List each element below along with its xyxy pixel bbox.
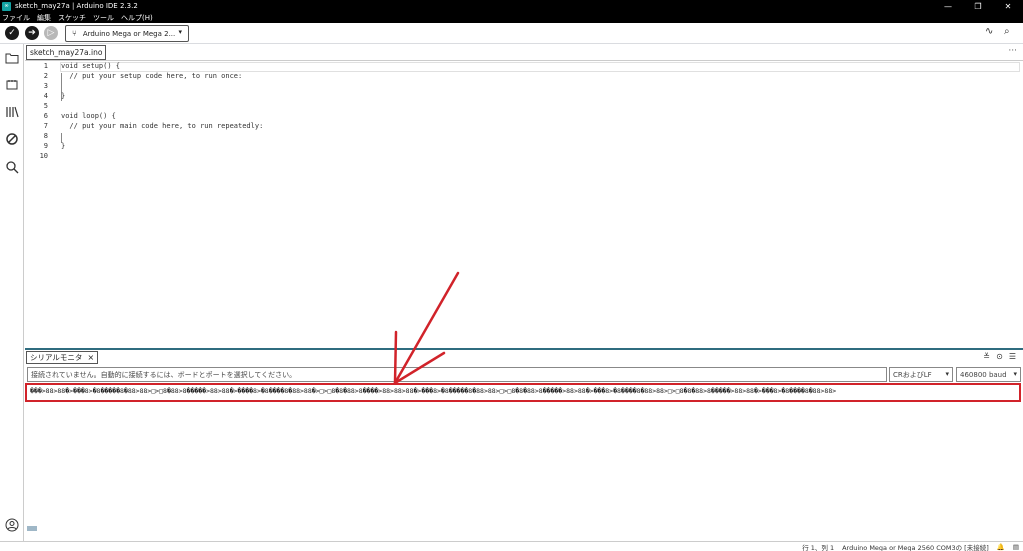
serial-tab-label: シリアルモニタ (30, 353, 83, 362)
line-number: 7 (43, 122, 48, 130)
check-icon: ✓ (8, 28, 16, 38)
code-line: 5 (25, 102, 1015, 112)
status-board: Arduino Mega or Mega 2560 COM3の [未接続] (842, 543, 989, 551)
chevron-down-icon: ▾ (178, 28, 182, 36)
usb-icon: ⑂ (72, 29, 77, 38)
code-line: 2 // put your setup code here, to run on… (25, 72, 1015, 82)
code-line: 9} (25, 142, 1015, 152)
debug-button[interactable]: ▷ (44, 26, 58, 40)
debug-off-icon[interactable] (4, 131, 20, 147)
search-icon[interactable] (4, 159, 20, 175)
line-number: 4 (43, 92, 48, 100)
code-line: 1 void setup() { (25, 62, 1015, 72)
library-icon[interactable] (4, 104, 20, 120)
menu-bar: ファイル 編集 スケッチ ツール ヘルプ(H) (0, 12, 1023, 23)
board-label: Arduino Mega or Mega 2... (82, 29, 176, 38)
line-ending-value: CRおよびLF (893, 370, 932, 379)
cursor-position: 行 1、列 1 (802, 543, 835, 551)
collapse-icon[interactable]: ≚ (980, 352, 993, 361)
clear-output-icon[interactable]: ☰ (1006, 352, 1019, 361)
baud-rate-select[interactable]: 460800 baud ▾ (956, 367, 1021, 382)
line-code: // put your main code here, to run repea… (61, 122, 264, 130)
account-icon[interactable] (4, 517, 20, 533)
serial-plotter-icon[interactable]: ∿ (985, 26, 993, 37)
code-line: 3 (25, 82, 1015, 92)
board-selector[interactable]: ⑂ Arduino Mega or Mega 2... ▾ (65, 25, 189, 42)
line-code: void setup() { (61, 62, 121, 70)
file-tab[interactable]: sketch_may27a.ino (26, 45, 107, 60)
menu-tools[interactable]: ツール (93, 13, 114, 23)
code-line: 10 (25, 152, 1015, 162)
serial-tab-bar: シリアルモニタ × ≚ ⊙ ☰ (25, 350, 1023, 365)
board-icon[interactable] (4, 77, 20, 93)
close-icon[interactable]: × (87, 353, 94, 362)
debug-icon: ▷ (47, 28, 55, 38)
line-code: } (61, 142, 66, 150)
line-number: 1 (43, 62, 48, 70)
line-ending-select[interactable]: CRおよびLF ▾ (889, 367, 953, 382)
menu-edit[interactable]: 編集 (37, 13, 51, 23)
line-number: 5 (43, 102, 48, 110)
serial-monitor-icon[interactable]: ⌕ (1004, 26, 1010, 37)
layout-icon[interactable]: ▤ (1013, 543, 1019, 551)
serial-output: ���>88>88�>���8>�8�����8�88>88>□>□8�88>8… (25, 383, 1021, 402)
arduino-logo-icon: ∞ (2, 1, 11, 11)
status-bar: 行 1、列 1 Arduino Mega or Mega 2560 COM3の … (0, 541, 1023, 551)
baud-rate-value: 460800 baud (960, 370, 1007, 379)
code-line: 8 (25, 132, 1015, 142)
arrow-right-icon: ➔ (28, 28, 36, 38)
line-number: 6 (43, 112, 48, 120)
code-line: 7 // put your main code here, to run rep… (25, 122, 1015, 132)
line-number: 9 (43, 142, 48, 150)
scroll-indicator[interactable] (27, 526, 37, 531)
verify-button[interactable]: ✓ (5, 26, 19, 40)
title-bar: ∞ sketch_may27a | Arduino IDE 2.3.2 — ❐ … (0, 0, 1023, 12)
minimize-button[interactable]: — (933, 0, 963, 12)
line-code: // put your setup code here, to run once… (61, 72, 243, 80)
line-code: void loop() { (61, 112, 116, 120)
code-editor[interactable]: 1 void setup() { 2 // put your setup code… (25, 61, 1023, 348)
code-line: 4} (25, 92, 1015, 102)
sidebar (0, 44, 24, 541)
line-number: 2 (43, 72, 48, 80)
folder-icon[interactable] (4, 50, 20, 66)
window-title: sketch_may27a | Arduino IDE 2.3.2 (15, 2, 138, 10)
notification-bell-icon[interactable]: 🔔 (997, 543, 1005, 551)
close-button[interactable]: ✕ (993, 0, 1023, 12)
editor-tab-bar: sketch_may27a.ino ··· (25, 44, 1023, 61)
timestamp-icon[interactable]: ⊙ (993, 352, 1006, 361)
line-number: 8 (43, 132, 48, 140)
maximize-button[interactable]: ❐ (963, 0, 993, 12)
menu-sketch[interactable]: スケッチ (58, 13, 86, 23)
menu-file[interactable]: ファイル (2, 13, 30, 23)
code-line: 6 void loop() { (25, 112, 1015, 122)
line-code: } (61, 92, 66, 100)
line-number: 3 (43, 82, 48, 90)
serial-monitor-tab[interactable]: シリアルモニタ × (26, 351, 99, 364)
chevron-down-icon: ▾ (945, 370, 949, 378)
toolbar: ✓ ➔ ▷ ⑂ Arduino Mega or Mega 2... ▾ ∿ ⌕ (0, 23, 1023, 44)
line-number: 10 (39, 152, 48, 160)
upload-button[interactable]: ➔ (25, 26, 39, 40)
serial-message-input[interactable]: 接続されていません。自動的に接続するには、ボードとポートを選択してください。 (27, 367, 887, 382)
more-icon[interactable]: ··· (1008, 46, 1017, 56)
chevron-down-icon: ▾ (1013, 370, 1017, 378)
menu-help[interactable]: ヘルプ(H) (121, 13, 153, 23)
